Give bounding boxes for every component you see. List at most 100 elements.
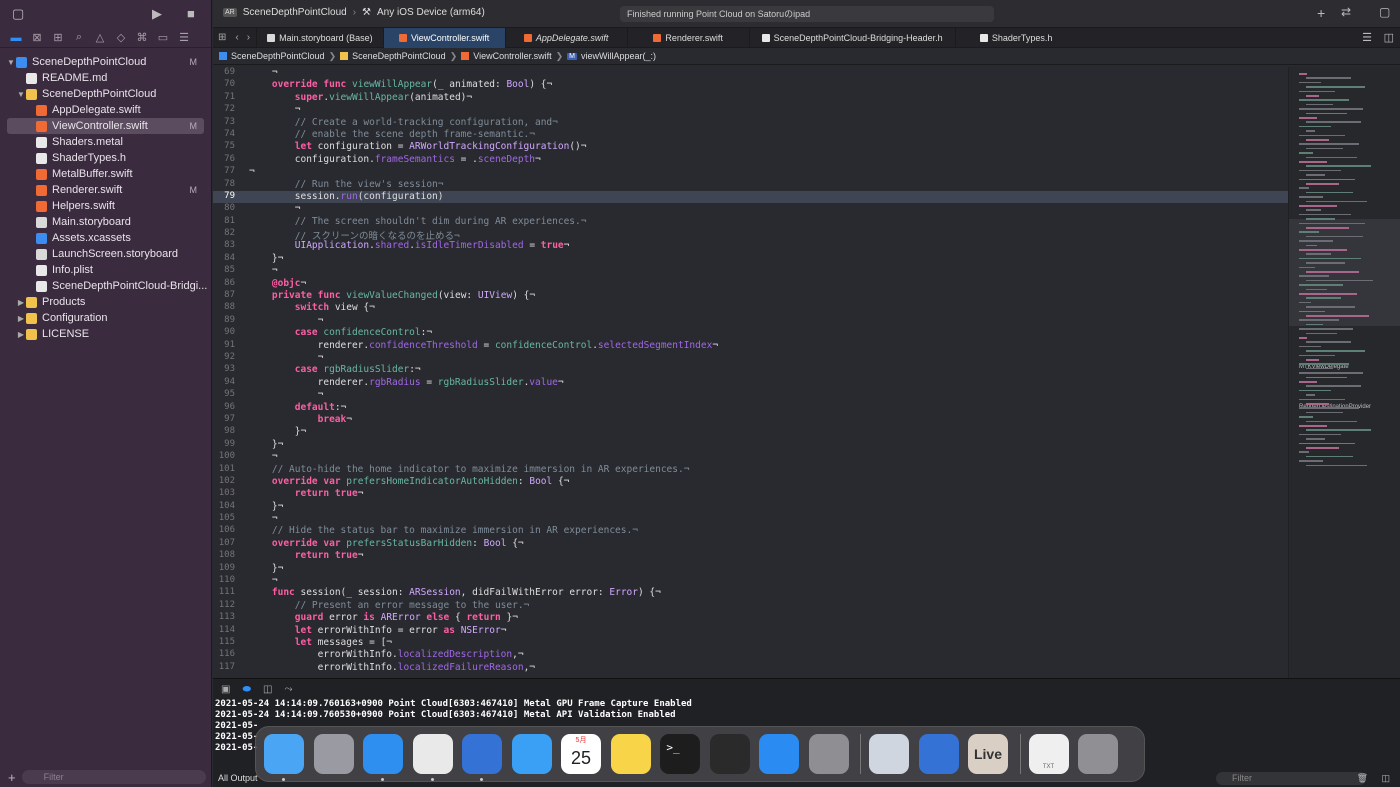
- line-number[interactable]: 82: [213, 228, 243, 240]
- code-line[interactable]: 83 UIApplication.shared.isIdleTimerDisab…: [213, 240, 1288, 252]
- line-number[interactable]: 80: [213, 203, 243, 215]
- line-number[interactable]: 84: [213, 253, 243, 265]
- code-text[interactable]: override var prefersStatusBarHidden: Boo…: [243, 538, 524, 550]
- line-number[interactable]: 89: [213, 315, 243, 327]
- code-line[interactable]: 71 super.viewWillAppear(animated)¬: [213, 92, 1288, 104]
- tree-item-readme[interactable]: README.md: [0, 70, 211, 86]
- line-number[interactable]: 69: [213, 67, 243, 79]
- stop-button[interactable]: ■: [187, 6, 195, 21]
- chevron-right-icon[interactable]: ▶: [16, 298, 26, 307]
- line-number[interactable]: 92: [213, 352, 243, 364]
- code-text[interactable]: configuration.frameSemantics = .sceneDep…: [243, 154, 541, 166]
- tree-item-main-storyboard[interactable]: Main.storyboard: [0, 214, 211, 230]
- dock-terminal-icon[interactable]: >_: [660, 734, 700, 774]
- code-line[interactable]: 107 override var prefersStatusBarHidden:…: [213, 538, 1288, 550]
- code-line[interactable]: 95 ¬: [213, 389, 1288, 401]
- breadcrumb-item[interactable]: viewWillAppear(_:): [581, 51, 656, 61]
- code-text[interactable]: ¬: [243, 315, 324, 327]
- line-number[interactable]: 109: [213, 563, 243, 575]
- line-number[interactable]: 111: [213, 587, 243, 599]
- code-line[interactable]: 117 errorWithInfo.localizedFailureReason…: [213, 662, 1288, 674]
- code-text[interactable]: ¬: [243, 575, 278, 587]
- line-number[interactable]: 101: [213, 464, 243, 476]
- line-number[interactable]: 72: [213, 104, 243, 116]
- code-line[interactable]: 77 ¬: [213, 166, 1288, 178]
- dock-launchpad-icon[interactable]: [313, 734, 354, 774]
- dock-live-icon[interactable]: Live: [968, 734, 1008, 774]
- code-line[interactable]: 92 ¬: [213, 352, 1288, 364]
- line-number[interactable]: 73: [213, 117, 243, 129]
- hide-debug-icon[interactable]: ▣: [221, 684, 230, 695]
- breadcrumb-item[interactable]: ViewController.swift: [473, 51, 551, 61]
- code-text[interactable]: private func viewValueChanged(view: UIVi…: [243, 290, 535, 302]
- add-icon[interactable]: +: [1317, 5, 1325, 21]
- code-text[interactable]: ¬: [243, 203, 301, 215]
- source-control-icon[interactable]: ⊠: [31, 31, 43, 44]
- tree-item-shadertypes[interactable]: ShaderTypes.h: [0, 150, 211, 166]
- symbol-icon[interactable]: ⊞: [52, 31, 64, 44]
- code-text[interactable]: errorWithInfo.localizedDescription,¬: [243, 649, 524, 661]
- line-number[interactable]: 77: [213, 166, 243, 178]
- console-filter-input[interactable]: Filter: [1216, 771, 1366, 785]
- issue-icon[interactable]: △: [94, 31, 106, 44]
- breadcrumb-item[interactable]: SceneDepthPointCloud: [231, 51, 325, 61]
- code-text[interactable]: override func viewWillAppear(_ animated:…: [243, 79, 552, 91]
- code-text[interactable]: case confidenceControl:¬: [243, 327, 432, 339]
- code-text[interactable]: }¬: [243, 253, 283, 265]
- breakpoints-icon[interactable]: ⬬: [242, 684, 251, 695]
- code-line[interactable]: 113 guard error is ARError else { return…: [213, 612, 1288, 624]
- code-text[interactable]: errorWithInfo.localizedFailureReason,¬: [243, 662, 535, 674]
- code-text[interactable]: ¬: [243, 67, 278, 79]
- line-number[interactable]: 93: [213, 364, 243, 376]
- code-line[interactable]: 73 // Create a world-tracking configurat…: [213, 117, 1288, 129]
- code-text[interactable]: ¬: [243, 451, 278, 463]
- line-number[interactable]: 76: [213, 154, 243, 166]
- grid-icon[interactable]: ⊞: [213, 32, 231, 43]
- line-number[interactable]: 75: [213, 141, 243, 153]
- code-line[interactable]: 96 default:¬: [213, 402, 1288, 414]
- dock-xcode-2-icon[interactable]: [918, 734, 959, 774]
- code-line[interactable]: 87 private func viewValueChanged(view: U…: [213, 290, 1288, 302]
- code-text[interactable]: }¬: [243, 563, 283, 575]
- line-number[interactable]: 83: [213, 240, 243, 252]
- code-text[interactable]: // Hide the status bar to maximize immer…: [243, 525, 638, 537]
- code-line[interactable]: 79 session.run(configuration): [213, 190, 1288, 204]
- tree-item-configuration[interactable]: ▶ Configuration: [0, 310, 211, 326]
- code-line[interactable]: 78 // Run the view's session¬: [213, 179, 1288, 191]
- code-text[interactable]: func session(_ session: ARSession, didFa…: [243, 587, 661, 599]
- code-line[interactable]: 89 ¬: [213, 315, 1288, 327]
- code-line[interactable]: 85 ¬: [213, 265, 1288, 277]
- tab-main-storyboard[interactable]: Main.storyboard (Base): [256, 27, 383, 48]
- output-selector[interactable]: All Output: [218, 773, 258, 783]
- forward-icon[interactable]: ›: [243, 32, 256, 43]
- line-number[interactable]: 100: [213, 451, 243, 463]
- dock-app-store-icon[interactable]: [759, 734, 799, 774]
- breakpoint-icon[interactable]: ▭: [157, 31, 169, 44]
- code-line[interactable]: 97 break¬: [213, 414, 1288, 426]
- find-icon[interactable]: ⌕: [73, 31, 85, 44]
- code-line[interactable]: 108 return true¬: [213, 550, 1288, 562]
- tab-renderer[interactable]: Renderer.swift: [626, 27, 749, 48]
- tree-item-license[interactable]: ▶ LICENSE: [0, 326, 211, 342]
- dock-chrome-icon[interactable]: [412, 734, 453, 781]
- code-text[interactable]: ¬: [243, 513, 278, 525]
- code-text[interactable]: let errorWithInfo = error as NSError¬: [243, 625, 507, 637]
- code-text[interactable]: // Run the view's session¬: [243, 179, 444, 191]
- tree-item-shaders[interactable]: Shaders.metal: [0, 134, 211, 150]
- code-text[interactable]: return true¬: [243, 550, 364, 562]
- tab-shadertypes[interactable]: ShaderTypes.h: [954, 27, 1077, 48]
- code-line[interactable]: 76 configuration.frameSemantics = .scene…: [213, 154, 1288, 166]
- dock-mail-icon[interactable]: [511, 734, 552, 774]
- folder-icon[interactable]: ▬: [10, 32, 22, 44]
- code-line[interactable]: 101 // Auto-hide the home indicator to m…: [213, 464, 1288, 476]
- code-text[interactable]: guard error is ARError else { return }¬: [243, 612, 518, 624]
- split-editor-icon[interactable]: ◫: [1384, 31, 1394, 44]
- code-line[interactable]: 99 }¬: [213, 439, 1288, 451]
- code-line[interactable]: 74 // enable the scene depth frame-seman…: [213, 129, 1288, 141]
- code-line[interactable]: 86 @objc¬: [213, 278, 1288, 290]
- line-number[interactable]: 115: [213, 637, 243, 649]
- navigator-filter-input[interactable]: Filter: [21, 770, 206, 784]
- minimap[interactable]: MTKViewDelegate RenderDestinationProvide…: [1288, 67, 1400, 678]
- dock-activity-monitor-icon[interactable]: [709, 734, 750, 774]
- line-number[interactable]: 88: [213, 302, 243, 314]
